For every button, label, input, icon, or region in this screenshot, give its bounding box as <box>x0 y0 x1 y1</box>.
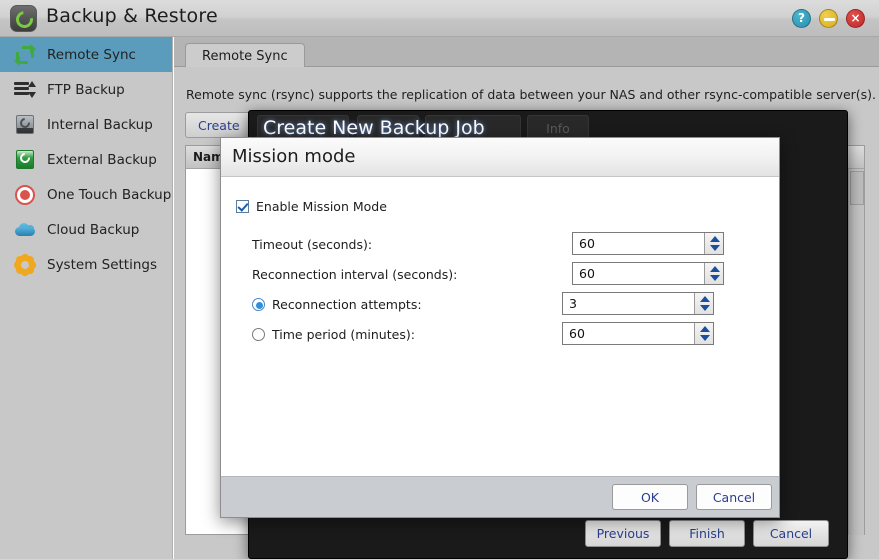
reconnection-attempts-value: 3 <box>569 296 577 311</box>
cloud-icon <box>14 219 36 241</box>
enable-mission-mode-label: Enable Mission Mode <box>256 199 387 214</box>
sidebar-item-system-settings[interactable]: System Settings <box>0 247 172 282</box>
sidebar-item-one-touch-backup[interactable]: One Touch Backup <box>0 177 172 212</box>
stepper-up-icon[interactable] <box>700 296 710 302</box>
stepper-buttons[interactable] <box>704 233 723 254</box>
external-disk-icon <box>14 149 36 171</box>
cancel-button[interactable]: Cancel <box>753 520 829 547</box>
sidebar-item-cloud-backup[interactable]: Cloud Backup <box>0 212 172 247</box>
sidebar-item-label: One Touch Backup <box>47 186 172 203</box>
timeout-value: 60 <box>579 236 595 251</box>
mission-mode-body: Enable Mission Mode Timeout (seconds): 6… <box>221 177 779 478</box>
tab-remote-sync[interactable]: Remote Sync <box>185 43 305 67</box>
previous-button[interactable]: Previous <box>585 520 661 547</box>
stepper-up-icon[interactable] <box>700 326 710 332</box>
sidebar-item-internal-backup[interactable]: Internal Backup <box>0 107 172 142</box>
reconnection-attempts-row[interactable]: Reconnection attempts: <box>252 292 422 316</box>
gear-icon <box>12 251 38 278</box>
panel-description: Remote sync (rsync) supports the replica… <box>186 87 877 102</box>
record-button-icon <box>14 184 36 206</box>
reconnection-attempts-stepper[interactable]: 3 <box>562 292 714 315</box>
vertical-scrollbar[interactable] <box>848 169 864 535</box>
sidebar: Remote Sync FTP Backup Internal Backup E… <box>0 37 173 559</box>
enable-mission-mode-checkbox[interactable] <box>236 200 249 213</box>
sidebar-item-label: FTP Backup <box>47 81 125 98</box>
sidebar-item-label: Remote Sync <box>47 46 136 63</box>
scrollbar-thumb[interactable] <box>850 171 864 205</box>
window-titlebar: Backup & Restore ? × <box>0 0 879 37</box>
wizard-title: Create New Backup Job <box>263 117 485 139</box>
cancel-button[interactable]: Cancel <box>696 484 772 510</box>
stepper-buttons[interactable] <box>694 293 713 314</box>
sidebar-item-ftp-backup[interactable]: FTP Backup <box>0 72 172 107</box>
stepper-buttons[interactable] <box>694 323 713 344</box>
stepper-down-icon[interactable] <box>700 305 710 311</box>
stepper-down-icon[interactable] <box>700 335 710 341</box>
stepper-down-icon[interactable] <box>710 275 720 281</box>
time-period-radio[interactable] <box>252 327 265 341</box>
reconnection-interval-row: Reconnection interval (seconds): <box>252 262 457 286</box>
sync-arrows-icon <box>13 42 37 67</box>
reconnection-attempts-label: Reconnection attempts: <box>272 296 422 312</box>
create-button[interactable]: Create <box>185 112 253 138</box>
enable-mission-mode-row[interactable]: Enable Mission Mode <box>236 199 387 214</box>
stepper-up-icon[interactable] <box>710 266 720 272</box>
finish-button[interactable]: Finish <box>669 520 745 547</box>
stepper-buttons[interactable] <box>704 263 723 284</box>
page-title: Backup & Restore <box>46 5 218 27</box>
stepper-down-icon[interactable] <box>710 245 720 251</box>
application-window: Backup & Restore ? × Remote Sync FTP Bac… <box>0 0 879 559</box>
help-button[interactable]: ? <box>792 9 811 28</box>
ok-button[interactable]: OK <box>612 484 688 510</box>
internal-disk-icon <box>14 114 36 136</box>
time-period-label: Time period (minutes): <box>272 326 415 342</box>
time-period-stepper[interactable]: 60 <box>562 322 714 345</box>
stepper-up-icon[interactable] <box>710 236 720 242</box>
sidebar-item-label: System Settings <box>47 256 158 273</box>
sidebar-item-remote-sync[interactable]: Remote Sync <box>0 37 172 72</box>
minimize-button[interactable] <box>819 9 838 28</box>
sidebar-item-external-backup[interactable]: External Backup <box>0 142 172 177</box>
timeout-label: Timeout (seconds): <box>252 236 373 252</box>
backup-restore-icon <box>10 5 37 32</box>
sidebar-item-label: Internal Backup <box>47 116 153 133</box>
timeout-stepper[interactable]: 60 <box>572 232 724 255</box>
time-period-value: 60 <box>569 326 585 341</box>
mission-mode-title: Mission mode <box>232 146 356 167</box>
mission-mode-footer: OK Cancel <box>221 476 779 517</box>
timeout-row: Timeout (seconds): <box>252 232 372 256</box>
mission-mode-titlebar: Mission mode <box>221 138 779 177</box>
ftp-transfer-icon <box>14 79 36 101</box>
reconnection-interval-label: Reconnection interval (seconds): <box>252 266 458 282</box>
reconnection-interval-stepper[interactable]: 60 <box>572 262 724 285</box>
sidebar-item-label: Cloud Backup <box>47 221 140 238</box>
sidebar-item-label: External Backup <box>47 151 157 168</box>
mission-mode-dialog: Mission mode Enable Mission Mode Timeout… <box>220 137 780 518</box>
reconnection-interval-value: 60 <box>579 266 595 281</box>
reconnection-attempts-radio[interactable] <box>252 297 265 311</box>
tab-strip: Remote Sync <box>174 37 879 67</box>
time-period-row[interactable]: Time period (minutes): <box>252 322 415 346</box>
close-button[interactable]: × <box>846 9 865 28</box>
